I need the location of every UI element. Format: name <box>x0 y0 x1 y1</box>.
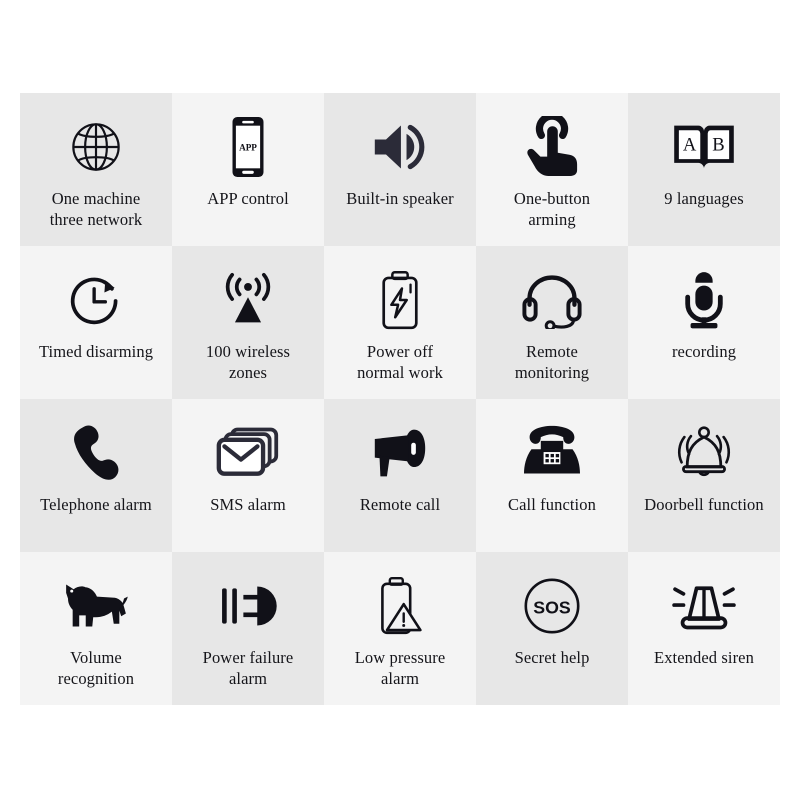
siren-light-icon <box>628 566 780 646</box>
book-letter-b: B <box>712 135 724 156</box>
feature-cell-power-off-normal-work[interactable]: Power off normal work <box>324 246 476 399</box>
ringing-bell-icon <box>628 413 780 493</box>
sos-icon-text: SOS <box>533 597 571 617</box>
feature-cell-app-control[interactable]: APP APP control <box>172 93 324 246</box>
microphone-icon <box>628 260 780 340</box>
feature-label: Built-in speaker <box>346 189 454 208</box>
app-icon-text: APP <box>239 142 257 152</box>
feature-label: 9 languages <box>664 189 744 208</box>
feature-cell-sms-alarm[interactable]: SMS alarm <box>172 399 324 552</box>
feature-label: Telephone alarm <box>40 495 152 514</box>
feature-label: Low pressure alarm <box>354 648 446 688</box>
feature-label: One machine three network <box>49 189 143 229</box>
dog-icon <box>20 566 172 646</box>
clock-arrow-icon <box>20 260 172 340</box>
feature-cell-remote-call[interactable]: Remote call <box>324 399 476 552</box>
headset-icon <box>476 260 628 340</box>
feature-cell-built-in-speaker[interactable]: Built-in speaker <box>324 93 476 246</box>
desk-telephone-icon <box>476 413 628 493</box>
antenna-signal-icon <box>172 260 324 340</box>
feature-label: Timed disarming <box>38 342 154 361</box>
feature-label: Power off normal work <box>357 342 443 382</box>
finger-tap-button-icon <box>476 107 628 187</box>
feature-cell-power-failure-alarm[interactable]: Power failure alarm <box>172 552 324 705</box>
feature-label: Doorbell function <box>644 495 764 514</box>
feature-label: Secret help <box>514 648 590 667</box>
feature-label: APP control <box>207 189 289 208</box>
feature-label: Remote call <box>359 495 441 514</box>
book-letter-a: A <box>683 135 697 156</box>
feature-cell-timed-disarming[interactable]: Timed disarming <box>20 246 172 399</box>
speaker-volume-icon <box>324 107 476 187</box>
feature-label: Call function <box>508 495 596 514</box>
feature-cell-low-pressure-alarm[interactable]: Low pressure alarm <box>324 552 476 705</box>
phone-handset-icon <box>20 413 172 493</box>
smartphone-app-icon: APP <box>172 107 324 187</box>
feature-cell-one-button-arming[interactable]: One-button arming <box>476 93 628 246</box>
feature-cell-one-machine-three-network[interactable]: One machine three network <box>20 93 172 246</box>
battery-bolt-icon <box>324 260 476 340</box>
feature-label: Volume recognition <box>57 648 135 688</box>
feature-label: SMS alarm <box>210 495 286 514</box>
feature-grid: One machine three network APP APP control… <box>20 93 780 705</box>
feature-label: Power failure alarm <box>202 648 294 688</box>
feature-label: 100 wireless zones <box>205 342 291 382</box>
sos-circle-icon: SOS <box>476 566 628 646</box>
feature-cell-recording[interactable]: recording <box>628 246 780 399</box>
feature-label: Extended siren <box>654 648 754 667</box>
envelope-stack-icon <box>172 413 324 493</box>
feature-label: recording <box>671 342 737 361</box>
feature-cell-9-languages[interactable]: A B 9 languages <box>628 93 780 246</box>
feature-label: One-button arming <box>513 189 591 229</box>
feature-cell-telephone-alarm[interactable]: Telephone alarm <box>20 399 172 552</box>
feature-cell-secret-help[interactable]: SOS Secret help <box>476 552 628 705</box>
unplugged-plug-icon <box>172 566 324 646</box>
feature-cell-doorbell-function[interactable]: Doorbell function <box>628 399 780 552</box>
feature-cell-100-wireless-zones[interactable]: 100 wireless zones <box>172 246 324 399</box>
feature-cell-remote-monitoring[interactable]: Remote monitoring <box>476 246 628 399</box>
megaphone-icon <box>324 413 476 493</box>
feature-label: Remote monitoring <box>514 342 590 382</box>
feature-cell-volume-recognition[interactable]: Volume recognition <box>20 552 172 705</box>
battery-warning-icon <box>324 566 476 646</box>
globe-icon <box>20 107 172 187</box>
feature-cell-call-function[interactable]: Call function <box>476 399 628 552</box>
open-book-icon: A B <box>628 107 780 187</box>
feature-cell-extended-siren[interactable]: Extended siren <box>628 552 780 705</box>
